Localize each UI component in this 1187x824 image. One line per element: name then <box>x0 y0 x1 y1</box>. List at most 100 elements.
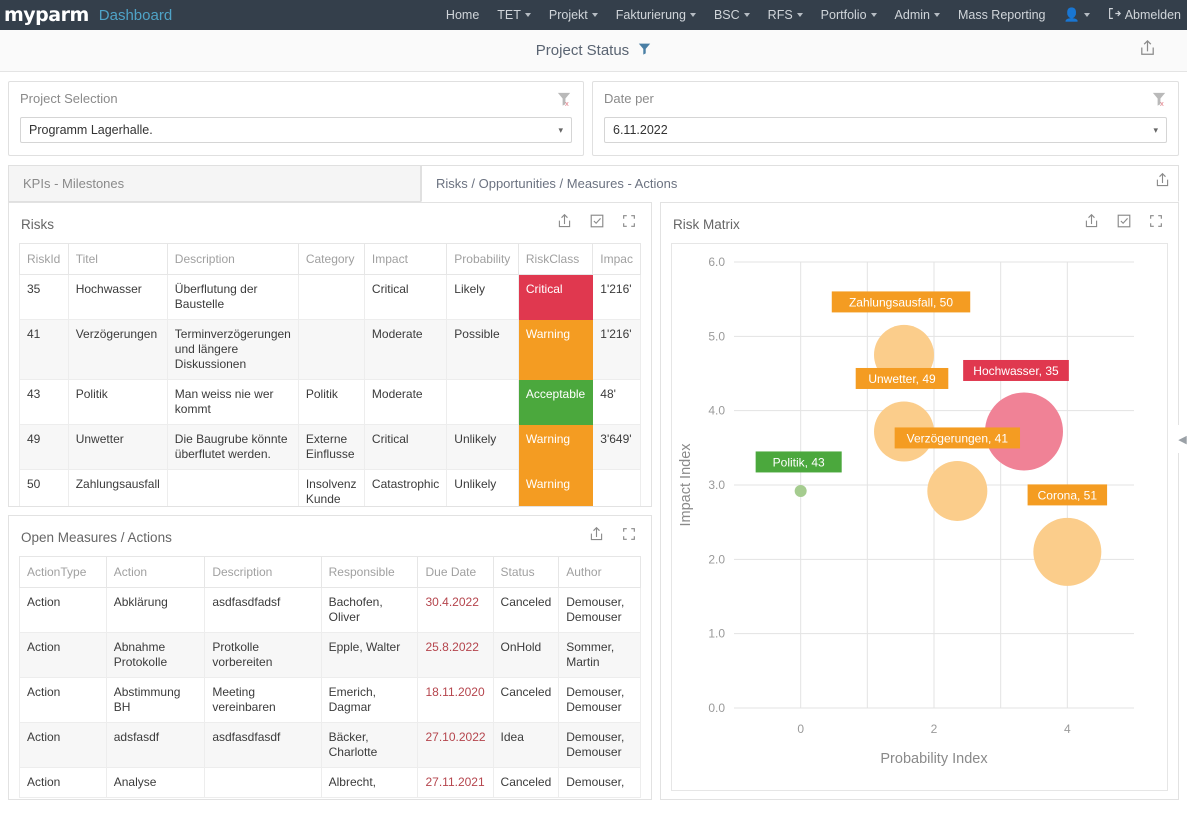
export-icon[interactable] <box>1154 172 1171 194</box>
table-cell <box>298 275 364 320</box>
nav-item-label: TET <box>497 8 521 22</box>
table-cell: Albrecht, <box>321 768 418 798</box>
risk-bubble-label[interactable]: Politik, 43 <box>756 451 842 472</box>
table-cell: Überflutung der Baustelle <box>167 275 298 320</box>
select-icon[interactable] <box>589 213 605 235</box>
table-cell <box>167 470 298 508</box>
table-cell: Epple, Walter <box>321 633 418 678</box>
measures-table-wrapper[interactable]: ActionTypeActionDescriptionResponsibleDu… <box>19 556 641 798</box>
svg-text:x: x <box>565 99 569 108</box>
export-icon[interactable] <box>556 213 573 235</box>
measures-column-header[interactable]: Due Date <box>418 557 493 588</box>
risk-bubble[interactable] <box>927 461 987 521</box>
risks-panel-title: Risks <box>21 217 54 232</box>
measures-column-header[interactable]: Responsible <box>321 557 418 588</box>
risk-matrix-chart[interactable]: 0.01.02.03.04.05.06.0024Probability Inde… <box>671 243 1168 791</box>
measures-column-header[interactable]: Author <box>559 557 641 588</box>
table-cell: Demouser, <box>559 768 641 798</box>
measures-panel: Open Measures / Actions ActionTypeAction… <box>8 515 652 800</box>
table-row[interactable]: ActionadsfasdfasdfasdfasdfBäcker, Charlo… <box>20 723 641 768</box>
table-row[interactable]: 50ZahlungsausfallInsolvenz KundeCatastro… <box>20 470 641 508</box>
table-cell: Unlikely <box>447 470 519 508</box>
table-row[interactable]: ActionAbklärungasdfasdfadsfBachofen, Oli… <box>20 588 641 633</box>
nav-item-bsc[interactable]: BSC <box>705 0 759 30</box>
select-icon[interactable] <box>1116 213 1132 235</box>
risks-column-header[interactable]: RiskId <box>20 244 69 275</box>
export-icon[interactable] <box>588 526 605 548</box>
measures-table: ActionTypeActionDescriptionResponsibleDu… <box>19 556 641 798</box>
table-cell: Catastrophic <box>364 470 446 508</box>
fullscreen-icon[interactable] <box>621 526 637 548</box>
fullscreen-icon[interactable] <box>621 213 637 235</box>
risks-column-header[interactable]: Probability <box>447 244 519 275</box>
risks-column-header[interactable]: Impac <box>593 244 641 275</box>
risks-column-header[interactable]: Category <box>298 244 364 275</box>
table-row[interactable]: 49UnwetterDie Baugrube könnte überflutet… <box>20 425 641 470</box>
nav-item-home[interactable]: Home <box>437 0 488 30</box>
risks-table-wrapper[interactable]: RiskIdTitelDescriptionCategoryImpactProb… <box>19 243 641 507</box>
tab-kpis-milestones[interactable]: KPIs - Milestones <box>8 165 421 201</box>
user-menu[interactable]: 👤 <box>1055 0 1099 30</box>
nav-item-portfolio[interactable]: Portfolio <box>812 0 886 30</box>
y-axis-tick-label: 3.0 <box>708 478 725 492</box>
nav-item-projekt[interactable]: Projekt <box>540 0 607 30</box>
table-cell: Terminverzögerungen und längere Diskussi… <box>167 320 298 380</box>
table-cell: Verzögerungen <box>68 320 167 380</box>
table-cell: Politik <box>68 380 167 425</box>
table-row[interactable]: ActionAnalyseAlbrecht,27.11.2021Canceled… <box>20 768 641 798</box>
table-cell: Sommer, Martin <box>559 633 641 678</box>
project-select[interactable]: Programm Lagerhalle. ▾ <box>20 117 572 143</box>
tab-risks-opportunities[interactable]: Risks / Opportunities / Measures - Actio… <box>421 165 1179 202</box>
measures-column-header[interactable]: ActionType <box>20 557 107 588</box>
nav-item-fakturierung[interactable]: Fakturierung <box>607 0 705 30</box>
table-row[interactable]: 41VerzögerungenTerminverzögerungen und l… <box>20 320 641 380</box>
table-row[interactable]: ActionAbnahme ProtokolleProtkolle vorber… <box>20 633 641 678</box>
collapse-panel-arrow[interactable]: ◀ <box>1178 425 1187 453</box>
main-content: Risks RiskIdTitelDescriptionCateg <box>0 202 1187 800</box>
y-axis-title: Impact Index <box>678 443 694 527</box>
app-logo[interactable]: myparm <box>4 6 89 25</box>
export-icon[interactable] <box>1138 39 1157 63</box>
date-select[interactable]: 6.11.2022 ▾ <box>604 117 1167 143</box>
risk-bubble[interactable] <box>1033 518 1101 586</box>
nav-item-tet[interactable]: TET <box>488 0 540 30</box>
risk-bubble-label[interactable]: Corona, 51 <box>1028 484 1108 505</box>
table-cell: Action <box>20 723 107 768</box>
funnel-clear-icon[interactable]: x <box>556 91 573 113</box>
risks-column-header[interactable]: Impact <box>364 244 446 275</box>
nav-item-rfs[interactable]: RFS <box>759 0 812 30</box>
measures-panel-icons <box>588 526 647 548</box>
nav-item-label: Home <box>446 8 479 22</box>
table-row[interactable]: ActionAbstimmung BHMeeting vereinbarenEm… <box>20 678 641 723</box>
measures-column-header[interactable]: Action <box>106 557 205 588</box>
logout-button[interactable]: Abmelden <box>1099 0 1187 30</box>
risk-label-text: Verzögerungen, 41 <box>907 431 1009 445</box>
funnel-icon[interactable] <box>638 42 651 60</box>
date-per-card: Date per x 6.11.2022 ▾ <box>592 81 1179 156</box>
top-navigation-bar: myparm Dashboard HomeTETProjektFakturier… <box>0 0 1187 30</box>
project-selection-card: Project Selection x Programm Lagerhalle.… <box>8 81 584 156</box>
risks-column-header[interactable]: Titel <box>68 244 167 275</box>
risks-column-header[interactable]: Description <box>167 244 298 275</box>
risk-bubble-label[interactable]: Unwetter, 49 <box>856 368 949 389</box>
risk-bubble-label[interactable]: Verzögerungen, 41 <box>895 427 1020 448</box>
risks-column-header[interactable]: RiskClass <box>518 244 592 275</box>
nav-item-mass-reporting[interactable]: Mass Reporting <box>949 0 1055 30</box>
funnel-clear-icon[interactable]: x <box>1151 91 1168 113</box>
risk-bubble-label[interactable]: Hochwasser, 35 <box>963 360 1069 381</box>
risk-matrix-title: Risk Matrix <box>673 217 740 232</box>
due-date-cell: 18.11.2020 <box>418 678 493 723</box>
measures-column-header[interactable]: Status <box>493 557 559 588</box>
fullscreen-icon[interactable] <box>1148 213 1164 235</box>
chevron-down-icon <box>797 13 803 17</box>
export-icon[interactable] <box>1083 213 1100 235</box>
measures-column-header[interactable]: Description <box>205 557 321 588</box>
table-cell: OnHold <box>493 633 559 678</box>
risk-bubble[interactable] <box>795 485 807 497</box>
risk-bubble-label[interactable]: Zahlungsausfall, 50 <box>832 291 970 312</box>
nav-item-admin[interactable]: Admin <box>886 0 949 30</box>
table-cell: 3'649' <box>593 425 641 470</box>
table-cell: Unwetter <box>68 425 167 470</box>
table-row[interactable]: 43PolitikMan weiss nie wer kommtPolitikM… <box>20 380 641 425</box>
table-row[interactable]: 35HochwasserÜberflutung der BaustelleCri… <box>20 275 641 320</box>
